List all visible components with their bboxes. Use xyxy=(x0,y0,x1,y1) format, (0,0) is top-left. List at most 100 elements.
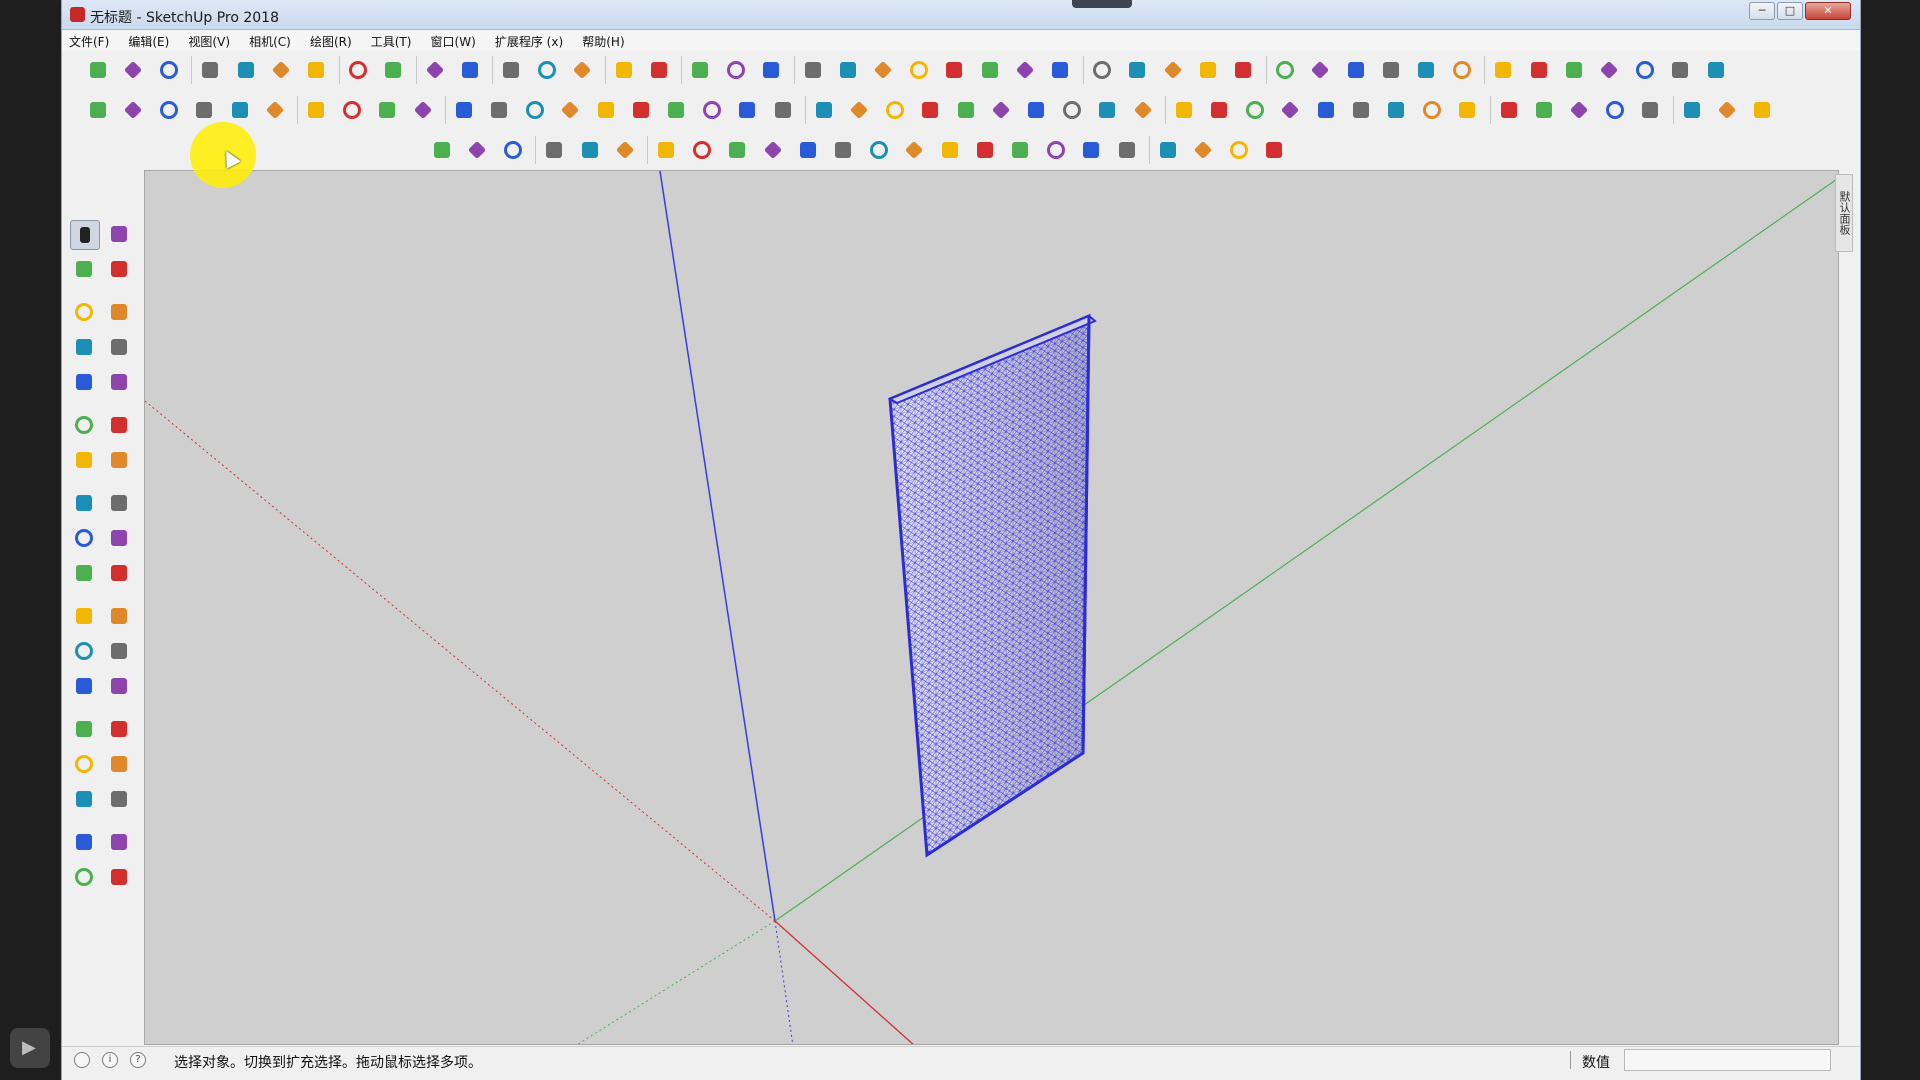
bracket-green-icon[interactable] xyxy=(1022,96,1050,124)
cross-red-icon[interactable] xyxy=(592,96,620,124)
user-icon[interactable]: ? xyxy=(130,1052,146,1068)
rotate-dark-icon[interactable] xyxy=(881,96,909,124)
help-icon[interactable] xyxy=(1748,96,1776,124)
cube-frame-icon[interactable] xyxy=(428,136,456,164)
house-icon[interactable] xyxy=(1342,56,1370,84)
solid-green-icon[interactable] xyxy=(190,96,218,124)
red-square-icon[interactable] xyxy=(338,96,366,124)
dimension-icon[interactable] xyxy=(105,602,135,632)
menu-extensions[interactable]: 扩展程序 (x) xyxy=(488,32,570,52)
new-file-icon[interactable] xyxy=(84,56,112,84)
quarter-arc-icon[interactable] xyxy=(936,136,964,164)
star-net-icon[interactable] xyxy=(611,136,639,164)
cube-textured-icon[interactable] xyxy=(1631,56,1659,84)
menu-camera[interactable]: 相机(C) xyxy=(242,32,298,52)
zigzag-icon[interactable] xyxy=(723,136,751,164)
solid-outline-icon[interactable] xyxy=(261,96,289,124)
pin-icon[interactable] xyxy=(905,56,933,84)
house-3d-icon[interactable] xyxy=(1271,56,1299,84)
cube-wire-icon[interactable] xyxy=(499,136,527,164)
print-icon[interactable] xyxy=(421,56,449,84)
line-icon[interactable] xyxy=(688,136,716,164)
cube-mono-icon[interactable] xyxy=(1702,56,1730,84)
pencil-stand-icon[interactable] xyxy=(1713,96,1741,124)
teapot-icon[interactable] xyxy=(533,56,561,84)
cut-cube-icon[interactable] xyxy=(1601,96,1629,124)
arc-icon[interactable] xyxy=(70,411,100,441)
terrain-icon[interactable] xyxy=(1088,56,1116,84)
solid-yellow-icon[interactable] xyxy=(155,96,183,124)
wave-icon[interactable] xyxy=(759,136,787,164)
title-bar[interactable]: 无标题 - SketchUp Pro 2018 ─ □ ✕ xyxy=(62,0,1860,30)
move-icon[interactable] xyxy=(70,489,100,519)
layers-icon[interactable] xyxy=(1666,56,1694,84)
solid-light-blue-icon[interactable] xyxy=(119,96,147,124)
paint-bucket-icon[interactable] xyxy=(232,56,260,84)
red-ring-icon[interactable] xyxy=(1225,136,1253,164)
default-tray-tab[interactable]: 默认面板 xyxy=(1835,174,1853,252)
cone-icon[interactable] xyxy=(698,96,726,124)
menu-window[interactable]: 窗口(W) xyxy=(424,32,483,52)
home-icon[interactable] xyxy=(1412,56,1440,84)
cluster-icon[interactable] xyxy=(1093,96,1121,124)
rotate-orange-icon[interactable] xyxy=(845,96,873,124)
info-icon[interactable]: i xyxy=(102,1052,118,1068)
window-icon[interactable] xyxy=(686,56,714,84)
curve-icon[interactable] xyxy=(1042,136,1070,164)
model-info-icon[interactable] xyxy=(456,56,484,84)
dotted-curve-icon[interactable] xyxy=(1418,96,1446,124)
box-icon[interactable] xyxy=(1123,56,1151,84)
flag-icon[interactable] xyxy=(409,96,437,124)
offset-icon[interactable] xyxy=(105,559,135,589)
previous-view-icon[interactable] xyxy=(105,785,135,815)
position-camera-icon[interactable] xyxy=(70,828,100,858)
grass-icon[interactable] xyxy=(1194,56,1222,84)
cut-icon[interactable] xyxy=(196,56,224,84)
store-icon[interactable] xyxy=(1448,56,1476,84)
circle-icon[interactable] xyxy=(70,368,100,398)
check-validity-icon[interactable] xyxy=(497,56,525,84)
section-plane-icon[interactable] xyxy=(645,56,673,84)
shield-icon[interactable] xyxy=(540,136,568,164)
node-graph-icon[interactable] xyxy=(1453,96,1481,124)
model-viewport[interactable] xyxy=(144,170,1839,1045)
polyline-icon[interactable] xyxy=(971,136,999,164)
push-pull-icon[interactable] xyxy=(105,489,135,519)
cube-shaded-icon[interactable] xyxy=(1595,56,1623,84)
menu-edit[interactable]: 编辑(E) xyxy=(121,32,176,52)
gear-icon[interactable] xyxy=(1154,136,1182,164)
maximize-button[interactable]: □ xyxy=(1777,2,1803,20)
red-gem-icon[interactable] xyxy=(1170,96,1198,124)
arch-icon[interactable] xyxy=(652,136,680,164)
red-plane-icon[interactable] xyxy=(1636,96,1664,124)
half-dome-icon[interactable] xyxy=(976,56,1004,84)
two-point-arc-icon[interactable] xyxy=(105,411,135,441)
polygon-icon[interactable] xyxy=(105,368,135,398)
eraser-soft-icon[interactable] xyxy=(1229,56,1257,84)
measurements-input[interactable] xyxy=(1624,1049,1831,1071)
solid-red-icon[interactable] xyxy=(226,96,254,124)
square-icon[interactable] xyxy=(865,136,893,164)
walk-icon[interactable] xyxy=(70,863,100,893)
x-mark-icon[interactable] xyxy=(1382,96,1410,124)
pan-icon[interactable] xyxy=(105,715,135,745)
menu-tools[interactable]: 工具(T) xyxy=(364,32,419,52)
panel-icon[interactable] xyxy=(1306,56,1334,84)
bucket-icon[interactable] xyxy=(952,96,980,124)
cone-dup-icon[interactable] xyxy=(733,96,761,124)
frame-icon[interactable] xyxy=(1241,96,1269,124)
zoom-icon[interactable] xyxy=(70,750,100,780)
fan-icon[interactable] xyxy=(1129,96,1157,124)
redo-icon[interactable] xyxy=(379,56,407,84)
sphere-icon[interactable] xyxy=(1011,56,1039,84)
polyline-green-icon[interactable] xyxy=(1113,136,1141,164)
cube-window-icon[interactable] xyxy=(722,56,750,84)
hook-icon[interactable] xyxy=(1006,136,1034,164)
geo-location-icon[interactable] xyxy=(74,1052,90,1068)
paste-icon[interactable] xyxy=(267,56,295,84)
u-turn-icon[interactable] xyxy=(987,96,1015,124)
select-arrow-icon[interactable] xyxy=(70,220,100,250)
orange-grid-3-icon[interactable] xyxy=(1347,96,1375,124)
move-arrows-icon[interactable] xyxy=(916,96,944,124)
sphere-outline-icon[interactable] xyxy=(1495,96,1523,124)
